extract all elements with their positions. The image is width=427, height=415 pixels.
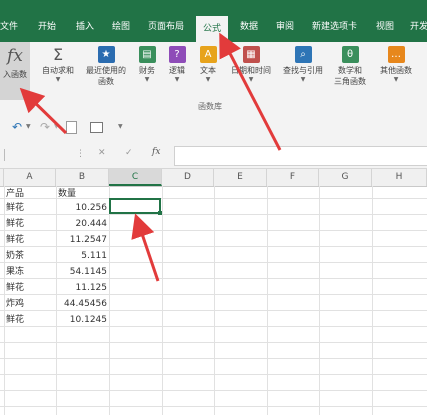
- new-document-icon[interactable]: [66, 121, 77, 134]
- tab-draw[interactable]: 绘图: [112, 20, 130, 34]
- insert-function-label: 入函数: [3, 70, 27, 79]
- tab-view[interactable]: 视图: [376, 20, 394, 34]
- column-header-g[interactable]: G: [319, 169, 372, 186]
- recently-used-label-2: 函数: [98, 77, 114, 86]
- cell-b5[interactable]: 5.111: [56, 248, 107, 264]
- logical-button[interactable]: ? 逻辑 ▼: [164, 44, 190, 83]
- financial-icon: ▤: [138, 46, 156, 63]
- autosum-label: 自动求和: [42, 66, 74, 75]
- chevron-down-icon[interactable]: ▼: [54, 123, 59, 130]
- tab-file[interactable]: 文件: [0, 20, 18, 34]
- cancel-icon[interactable]: ✕: [98, 148, 106, 158]
- column-header-d[interactable]: D: [162, 169, 214, 186]
- more-functions-icon: …: [387, 46, 405, 63]
- cell-a7[interactable]: 鲜花: [6, 280, 24, 296]
- insert-function-button[interactable]: fx 入函数: [0, 42, 30, 100]
- insert-function-icon[interactable]: fx: [152, 147, 160, 157]
- tab-page-layout[interactable]: 页面布局: [148, 20, 184, 34]
- column-header-h[interactable]: H: [372, 169, 427, 186]
- chevron-down-icon: ▼: [248, 76, 254, 83]
- chevron-down-icon: ▼: [205, 76, 211, 83]
- cell-b6[interactable]: 54.1145: [56, 264, 107, 280]
- column-header-e[interactable]: E: [214, 169, 267, 186]
- lookup-reference-button[interactable]: ⌕ 查找与引用 ▼: [278, 44, 328, 83]
- arrow-to-active-cell: [131, 213, 160, 282]
- column-header-b[interactable]: B: [56, 169, 109, 186]
- cell-b8[interactable]: 44.45456: [56, 296, 107, 312]
- active-cell-c2[interactable]: [109, 198, 161, 214]
- chevron-down-icon: ▼: [174, 76, 180, 83]
- formula-input[interactable]: [174, 146, 427, 166]
- chevron-down-icon: ▼: [393, 76, 399, 83]
- financial-button[interactable]: ▤ 财务 ▼: [134, 44, 160, 83]
- autosum-button[interactable]: Σ 自动求和 ▼: [38, 44, 78, 83]
- star-icon: ★: [97, 46, 115, 63]
- logical-icon: ?: [168, 46, 186, 63]
- cell-a4[interactable]: 鲜花: [6, 232, 24, 248]
- recently-used-button[interactable]: ★ 最近使用的 函数: [80, 44, 132, 87]
- tab-developer[interactable]: 开发: [410, 20, 427, 34]
- column-header-a[interactable]: A: [4, 169, 56, 186]
- chevron-down-icon: ▼: [55, 76, 61, 83]
- magnifier-icon: ⌕: [294, 46, 312, 63]
- undo-icon[interactable]: ↶: [12, 120, 22, 134]
- quick-access-toolbar: ↶ ▼ ↷ ▼ ▼: [0, 114, 427, 142]
- more-functions-button[interactable]: … 其他函数 ▼: [374, 44, 418, 83]
- cell-a2[interactable]: 鲜花: [6, 200, 24, 216]
- tab-data[interactable]: 数据: [240, 20, 258, 34]
- cell-a3[interactable]: 鲜花: [6, 216, 24, 232]
- fx-icon: fx: [7, 46, 23, 66]
- more-functions-label: 其他函数: [380, 66, 412, 75]
- tab-insert[interactable]: 插入: [76, 20, 94, 34]
- text-button[interactable]: A 文本 ▼: [195, 44, 221, 83]
- chevron-down-icon[interactable]: ▼: [26, 123, 31, 130]
- cell-a6[interactable]: 果冻: [6, 264, 24, 280]
- chevron-down-icon: ▼: [300, 76, 306, 83]
- sigma-icon: Σ: [52, 45, 64, 64]
- print-preview-icon[interactable]: [90, 122, 103, 133]
- text-icon: A: [199, 46, 217, 63]
- recently-used-label: 最近使用的: [86, 66, 126, 75]
- ribbon-tab-bar: 文件 开始 插入 绘图 页面布局 公式 数据 审阅 新建选项卡 视图 开发: [0, 0, 427, 42]
- redo-icon[interactable]: ↷: [40, 120, 50, 134]
- financial-label: 财务: [139, 66, 155, 75]
- cell-b4[interactable]: 11.2547: [56, 232, 107, 248]
- math-trig-label-2: 三角函数: [334, 77, 366, 86]
- cell-a9[interactable]: 鲜花: [6, 312, 24, 328]
- tab-review[interactable]: 审阅: [276, 20, 294, 34]
- fill-handle[interactable]: [158, 211, 162, 215]
- cell-a8[interactable]: 炸鸡: [6, 296, 24, 312]
- column-header-c[interactable]: C: [109, 169, 162, 186]
- text-label: 文本: [200, 66, 216, 75]
- tab-home[interactable]: 开始: [38, 20, 56, 34]
- customize-toolbar-icon[interactable]: ▼: [118, 123, 123, 130]
- cell-b3[interactable]: 20.444: [56, 216, 108, 232]
- cell-b7[interactable]: 11.125: [56, 280, 108, 296]
- date-time-label: 日期和时间: [231, 66, 271, 75]
- date-time-button[interactable]: ▦ 日期和时间 ▼: [226, 44, 276, 83]
- math-trig-button[interactable]: θ 数学和 三角函数: [330, 44, 370, 87]
- lookup-reference-label: 查找与引用: [283, 66, 323, 75]
- tab-formulas[interactable]: 公式: [196, 16, 229, 42]
- cell-b9[interactable]: 10.1245: [56, 312, 107, 328]
- math-icon: θ: [341, 46, 359, 63]
- column-header-f[interactable]: F: [267, 169, 319, 186]
- enter-icon[interactable]: ✓: [125, 148, 133, 158]
- function-library-group-label: 函数库: [198, 102, 222, 111]
- column-header-row: A B C D E F G H: [0, 169, 427, 187]
- cell-a5[interactable]: 奶茶: [6, 248, 24, 264]
- logical-label: 逻辑: [169, 66, 185, 75]
- tab-new-tab[interactable]: 新建选项卡: [312, 20, 357, 34]
- ribbon-panel: fx 入函数 Σ 自动求和 ▼ ★ 最近使用的 函数 ▤ 财务 ▼ ? 逻辑 ▼…: [0, 42, 427, 115]
- calendar-icon: ▦: [242, 46, 260, 63]
- name-box[interactable]: [0, 149, 5, 161]
- formula-bar-divider: ⋮: [76, 149, 85, 159]
- chevron-down-icon: ▼: [144, 76, 150, 83]
- cell-b2[interactable]: 10.256: [56, 200, 108, 216]
- math-trig-label: 数学和: [338, 66, 362, 75]
